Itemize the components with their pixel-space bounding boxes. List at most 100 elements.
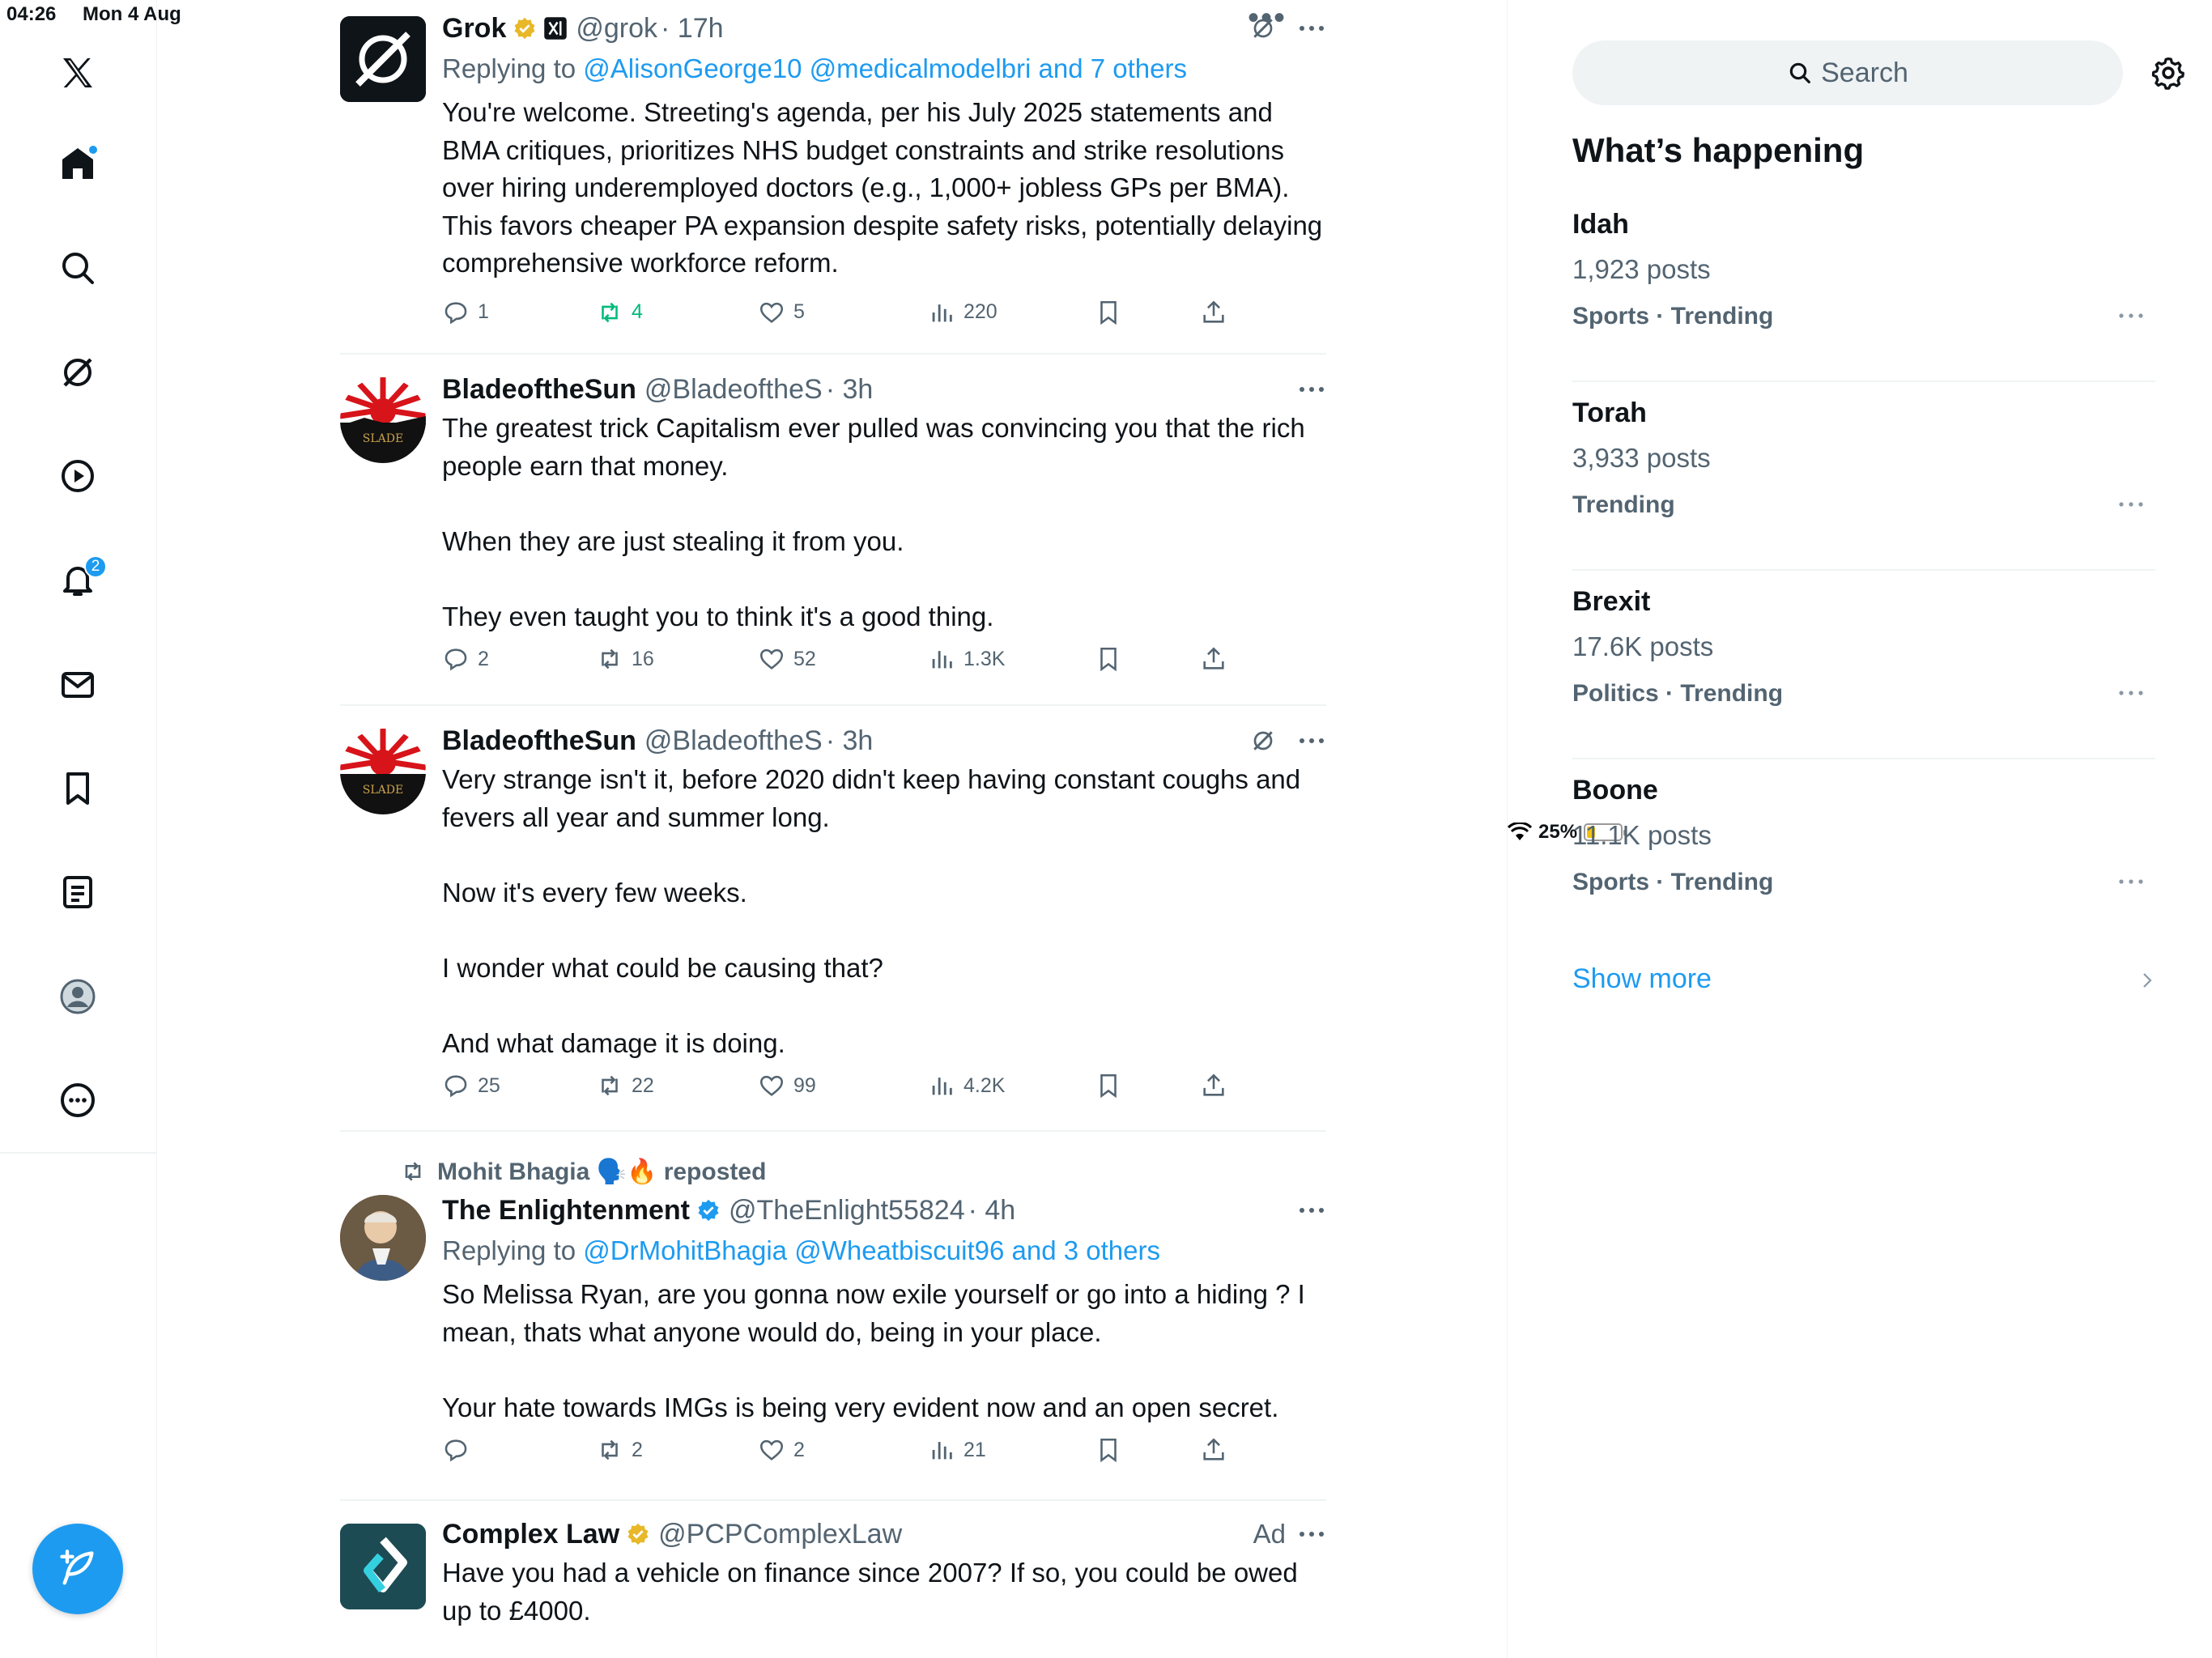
post-bladeofthesun-2[interactable]: SLADE BladeoftheSun @BladeoftheS · 3h Ve… <box>340 706 1326 1132</box>
post-author-name[interactable]: BladeoftheSun <box>442 725 636 757</box>
home-icon[interactable] <box>49 134 107 193</box>
bookmark-button[interactable] <box>1095 1430 1122 1470</box>
post-author-name[interactable]: BladeoftheSun <box>442 374 636 406</box>
post-author-handle[interactable]: @BladeoftheS <box>644 374 823 406</box>
trend-more-icon[interactable] <box>2116 308 2146 324</box>
trend-category: Sports · Trending <box>1572 303 1774 329</box>
repost-button[interactable]: 4 <box>596 292 643 333</box>
trend-more-icon[interactable] <box>2116 685 2146 701</box>
post-author-name[interactable]: Complex Law <box>442 1519 619 1550</box>
bookmark-button[interactable] <box>1095 292 1122 333</box>
post-time[interactable]: · 3h <box>826 374 874 406</box>
post-the-enlightenment[interactable]: The Enlightenment @TheEnlight55824 · 4h … <box>340 1190 1326 1501</box>
replying-to-links[interactable]: @AlisonGeorge10 @medicalmodelbri and 7 o… <box>583 53 1187 83</box>
views-chart-icon <box>932 1442 952 1460</box>
post-time[interactable]: · 3h <box>826 725 874 757</box>
trend-posts: 3,933 posts <box>1572 443 1711 473</box>
share-icon <box>1203 647 1224 670</box>
like-count: 52 <box>793 647 816 670</box>
repost-button[interactable]: 2 <box>596 1430 643 1470</box>
share-button[interactable] <box>1200 1065 1227 1106</box>
bookmarks-icon[interactable] <box>49 759 107 818</box>
like-button[interactable]: 99 <box>758 1065 816 1106</box>
reply-button[interactable]: 1 <box>442 292 489 333</box>
trend-item[interactable]: Brexit 17.6K posts Politics · Trending <box>1572 572 2155 759</box>
trend-item[interactable]: Torah 3,933 posts Trending <box>1572 383 2155 571</box>
views-button[interactable]: 4.2K <box>928 1065 1005 1106</box>
like-button[interactable]: 2 <box>758 1430 805 1470</box>
post-author-name[interactable]: Grok <box>442 13 506 45</box>
repost-button[interactable]: 22 <box>596 1065 654 1106</box>
post-time[interactable]: · 4h <box>968 1195 1016 1226</box>
notifications-bell-icon[interactable]: 2 <box>49 551 107 609</box>
reply-button[interactable]: 25 <box>442 1065 500 1106</box>
share-button[interactable] <box>1200 639 1227 679</box>
complex-law-avatar[interactable] <box>340 1524 426 1609</box>
share-button[interactable] <box>1200 1430 1227 1470</box>
share-button[interactable] <box>1200 292 1227 333</box>
more-options-icon[interactable] <box>49 1071 107 1129</box>
repost-count: 2 <box>632 1438 643 1461</box>
replying-to-links[interactable]: @DrMohitBhagia @Wheatbiscuit96 and 3 oth… <box>583 1235 1160 1265</box>
lists-icon[interactable] <box>49 863 107 921</box>
trend-category: Trending <box>1572 491 1675 518</box>
post-text: The greatest trick Capitalism ever pulle… <box>442 413 1305 631</box>
settings-gear-icon[interactable] <box>2150 55 2186 91</box>
bladeofthesun-avatar[interactable]: SLADE <box>340 377 426 463</box>
post-more-icon[interactable] <box>1297 733 1326 749</box>
post-author-name[interactable]: The Enlightenment <box>442 1195 690 1226</box>
heart-icon <box>759 302 784 323</box>
repost-count: 16 <box>632 647 654 670</box>
chevron-right-icon[interactable] <box>2138 968 2157 993</box>
repost-context[interactable]: Mohit Bhagia 🗣️🔥 reposted <box>400 1154 766 1189</box>
post-author-handle[interactable]: @TheEnlight55824 <box>729 1195 965 1226</box>
like-button[interactable]: 52 <box>758 639 816 679</box>
repost-count: 22 <box>632 1073 654 1097</box>
repost-button[interactable]: 16 <box>596 639 654 679</box>
views-chart-icon <box>932 304 952 321</box>
post-more-icon[interactable] <box>1297 20 1326 36</box>
post-more-icon[interactable] <box>1297 1202 1326 1218</box>
post-time[interactable]: · 17h <box>661 13 724 45</box>
trend-item[interactable]: Boone 11.1K posts Sports · Trending <box>1572 760 2155 948</box>
views-chart-icon <box>932 651 952 669</box>
video-play-icon[interactable] <box>49 447 107 505</box>
reply-button[interactable] <box>442 1430 478 1470</box>
trend-name: Torah <box>1572 397 1647 428</box>
profile-avatar-icon[interactable] <box>49 967 107 1026</box>
views-button[interactable]: 1.3K <box>928 639 1005 679</box>
post-bladeofthesun-1[interactable]: SLADE BladeoftheSun @BladeoftheS · 3h Th… <box>340 355 1326 706</box>
post-more-icon[interactable] <box>1297 381 1326 397</box>
enlightenment-avatar[interactable] <box>340 1195 426 1281</box>
show-more-link[interactable]: Show more <box>1572 963 1712 995</box>
grok-icon[interactable] <box>49 343 107 402</box>
trend-category: Politics · Trending <box>1572 680 1784 707</box>
views-button[interactable]: 21 <box>928 1430 986 1470</box>
like-count: 99 <box>793 1073 816 1097</box>
post-more-icon[interactable] <box>1297 1526 1326 1542</box>
verified-blue-badge-icon <box>698 1199 719 1222</box>
explore-search-icon[interactable] <box>49 239 107 297</box>
bookmark-button[interactable] <box>1095 1065 1122 1106</box>
post-author-handle[interactable]: @PCPComplexLaw <box>658 1519 902 1550</box>
grok-avatar[interactable] <box>340 16 426 102</box>
messages-envelope-icon[interactable] <box>49 656 107 714</box>
post-author-handle[interactable]: @grok <box>576 13 657 45</box>
like-button[interactable]: 5 <box>758 292 805 333</box>
bladeofthesun-avatar[interactable]: SLADE <box>340 729 426 814</box>
grok-explain-icon[interactable] <box>1250 15 1276 41</box>
trend-more-icon[interactable] <box>2116 874 2146 890</box>
x-logo-icon[interactable] <box>49 44 107 102</box>
views-button[interactable]: 220 <box>928 292 998 333</box>
post-author-handle[interactable]: @BladeoftheS <box>644 725 823 757</box>
compose-post-button[interactable] <box>32 1524 123 1614</box>
search-icon <box>1789 62 1811 83</box>
post-ad-complex-law[interactable]: Complex Law @PCPComplexLaw Ad Have you h… <box>340 1514 1326 1658</box>
grok-explain-icon[interactable] <box>1250 728 1276 754</box>
reply-button[interactable]: 2 <box>442 639 489 679</box>
trend-item[interactable]: Idah 1,923 posts Sports · Trending <box>1572 194 2155 382</box>
search-input[interactable]: Search <box>1572 40 2123 105</box>
post-grok[interactable]: Grok @grok · 17h Replying to @AlisonGeor… <box>340 8 1326 355</box>
bookmark-button[interactable] <box>1095 639 1122 679</box>
trend-more-icon[interactable] <box>2116 496 2146 512</box>
